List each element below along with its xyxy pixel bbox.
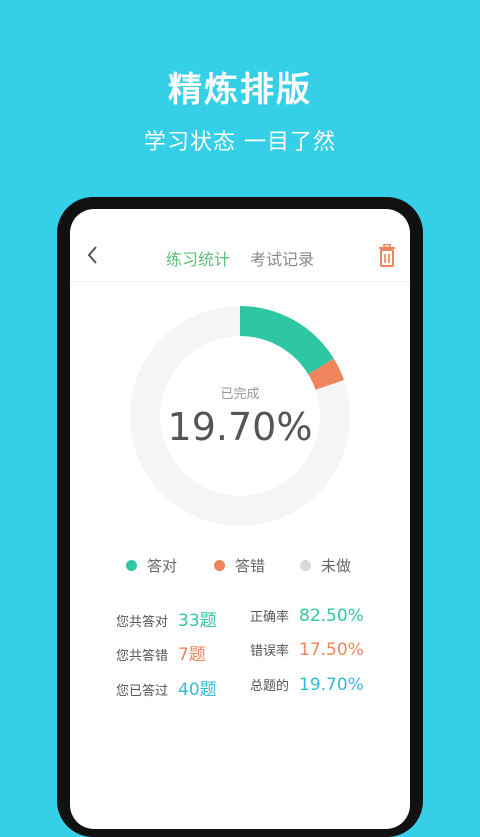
app-screen: 练习统计 考试记录 已完成 19.70% 答对 答错 未做 您共答对 33题 您… (70, 209, 410, 829)
stat-wrong-count: 您共答错 7题 (116, 640, 206, 665)
completed-percentage: 19.70% (167, 405, 313, 449)
delete-button[interactable] (376, 243, 398, 268)
legend-undone-dot (300, 559, 311, 571)
stat-error-rate-value: 17.50% (299, 640, 364, 660)
stat-done-count: 您已答过 40题 (116, 675, 217, 700)
stat-error-rate: 错误率 17.50% (250, 640, 364, 660)
legend-wrong-label: 答错 (235, 556, 266, 575)
stat-accuracy: 正确率 82.50% (250, 606, 364, 626)
trash-icon (379, 243, 395, 267)
tab-exam-records[interactable]: 考试记录 (250, 246, 314, 270)
stat-correct-label: 您共答对 (116, 615, 169, 630)
promo-title: 精炼排版 (168, 70, 312, 110)
legend-undone-label: 未做 (321, 556, 352, 575)
legend-wrong: 答错 (214, 555, 265, 575)
stat-accuracy-value: 82.50% (299, 606, 364, 626)
back-button[interactable] (86, 246, 100, 264)
promo-subtitle: 学习状态 一目了然 (144, 130, 336, 155)
legend-correct-dot (126, 559, 137, 571)
legend-wrong-dot (214, 559, 225, 571)
stat-accuracy-label: 正确率 (250, 610, 290, 625)
stat-error-rate-label: 错误率 (250, 644, 290, 659)
stat-overall-label: 总题的 (250, 679, 290, 694)
stat-correct-value: 33题 (178, 611, 217, 631)
stat-overall-value: 19.70% (299, 675, 364, 695)
top-bar: 练习统计 考试记录 (70, 209, 410, 282)
legend-correct: 答对 (126, 555, 177, 575)
stat-done-value: 40题 (178, 680, 217, 700)
legend-undone: 未做 (300, 555, 351, 575)
stat-wrong-label: 您共答错 (116, 649, 169, 664)
legend-correct-label: 答对 (147, 556, 178, 575)
stat-overall: 总题的 19.70% (250, 675, 364, 695)
completed-label: 已完成 (220, 387, 260, 402)
stat-done-label: 您已答过 (116, 684, 169, 699)
chevron-left-icon (87, 246, 97, 264)
tab-practice-stats[interactable]: 练习统计 (166, 246, 230, 270)
stat-correct-count: 您共答对 33题 (116, 606, 217, 631)
stat-wrong-value: 7题 (178, 645, 206, 665)
phone-frame: 练习统计 考试记录 已完成 19.70% 答对 答错 未做 您共答对 33题 您… (57, 197, 423, 837)
donut-slice-答对 (240, 306, 334, 375)
